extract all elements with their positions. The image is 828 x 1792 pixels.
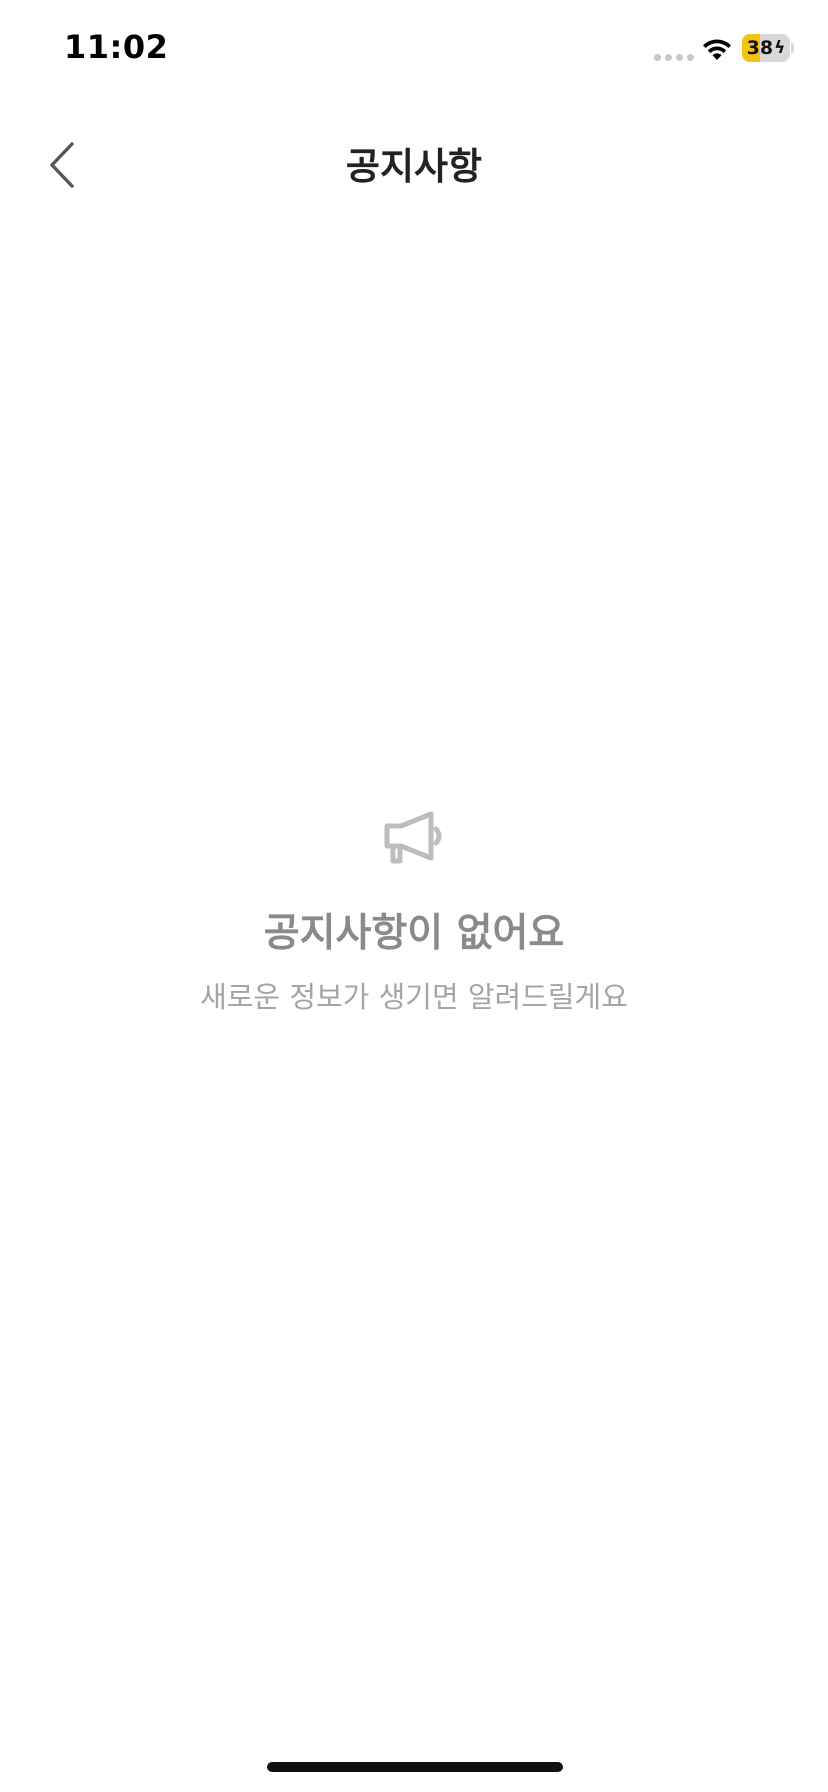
empty-state: 공지사항이 없어요 새로운 정보가 생기면 알려드릴게요 xyxy=(0,808,828,1016)
empty-subtitle: 새로운 정보가 생기면 알려드릴게요 xyxy=(200,980,628,1014)
nav-bar: 공지사항 xyxy=(0,110,828,220)
home-indicator[interactable] xyxy=(267,1762,563,1772)
charging-bolt-icon: ϟ xyxy=(774,38,786,58)
megaphone-icon xyxy=(384,811,442,864)
battery-icon: 38 ϟ xyxy=(742,34,790,62)
cellular-signal-icon xyxy=(654,54,694,61)
status-time: 11:02 xyxy=(64,28,169,66)
battery-cap xyxy=(791,43,794,53)
page-title: 공지사항 xyxy=(345,145,483,188)
wifi-icon xyxy=(703,39,731,60)
battery-percent: 38 ϟ xyxy=(746,37,786,59)
status-bar: 11:02 38 ϟ xyxy=(0,0,828,100)
empty-title: 공지사항이 없어요 xyxy=(263,911,565,956)
